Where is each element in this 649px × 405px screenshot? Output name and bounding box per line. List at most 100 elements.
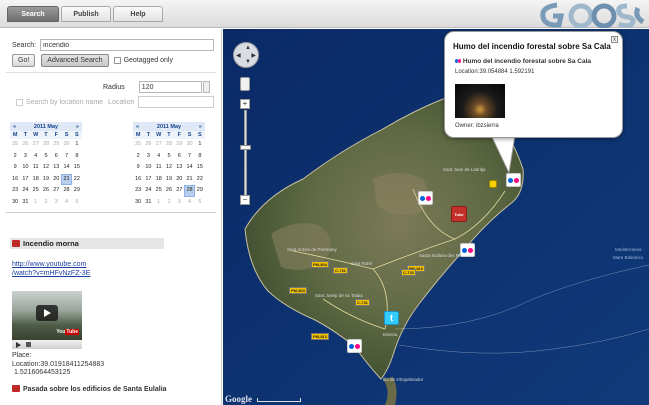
popup-item-title[interactable]: Humo del incendio forestal sobre Sa Cala (463, 58, 591, 65)
calendar-day[interactable]: 5 (41, 151, 51, 163)
calendar-day[interactable]: 15 (195, 162, 205, 174)
search-input[interactable] (40, 39, 215, 51)
calendar-prev-button[interactable]: « (136, 124, 139, 130)
calendar-day[interactable]: 12 (41, 162, 51, 174)
calendar-day[interactable]: 29 (51, 139, 61, 151)
calendar-day[interactable]: 15 (72, 162, 82, 174)
calendar-day[interactable]: 3 (143, 151, 153, 163)
calendar-day[interactable]: 19 (164, 174, 174, 186)
play-icon[interactable] (36, 305, 58, 321)
calendar-day[interactable]: 19 (41, 174, 51, 186)
calendar-day[interactable]: 22 (72, 174, 82, 186)
calendar-day[interactable]: 28 (41, 139, 51, 151)
calendar-day[interactable]: 2 (164, 197, 174, 209)
zoom-slider-track[interactable] (244, 110, 247, 198)
flickr-marker-selected[interactable] (506, 173, 521, 187)
pan-down-icon[interactable]: ▼ (245, 59, 251, 65)
calendar-day[interactable]: 11 (31, 162, 41, 174)
calendar-day[interactable]: 5 (164, 151, 174, 163)
calendar-day[interactable]: 24 (143, 185, 153, 197)
calendar-day[interactable]: 4 (61, 197, 71, 209)
calendar-day[interactable]: 9 (10, 162, 20, 174)
calendar-day[interactable]: 13 (51, 162, 61, 174)
calendar-day[interactable]: 28 (164, 139, 174, 151)
calendar-prev-button[interactable]: « (13, 124, 16, 130)
calendar-day[interactable]: 6 (51, 151, 61, 163)
next-result-title[interactable]: Pasada sobre los edificios de Santa Eula… (12, 385, 167, 393)
calendar-day[interactable]: 5 (195, 197, 205, 209)
calendar-day[interactable]: 14 (184, 162, 194, 174)
calendar-day[interactable]: 1 (195, 139, 205, 151)
advanced-search-button[interactable]: Advanced Search (41, 54, 109, 67)
calendar-day[interactable]: 27 (174, 185, 184, 197)
result-title[interactable]: Incendio morna (10, 238, 164, 249)
calendar-day[interactable]: 27 (154, 139, 164, 151)
calendar-day[interactable]: 25 (31, 185, 41, 197)
calendar-day[interactable]: 12 (164, 162, 174, 174)
calendar-day[interactable]: 30 (133, 197, 143, 209)
calendar-day[interactable]: 26 (143, 139, 153, 151)
pan-up-icon[interactable]: ▲ (245, 45, 251, 51)
calendar-day[interactable]: 10 (143, 162, 153, 174)
calendar-day[interactable]: 25 (133, 139, 143, 151)
calendar-day[interactable]: 6 (174, 151, 184, 163)
radius-stepper[interactable] (202, 81, 210, 93)
pan-control[interactable]: ▲ ▼ ◀ ▶ (233, 42, 259, 68)
calendar-day[interactable]: 30 (61, 139, 71, 151)
calendar-day[interactable]: 28 (184, 185, 195, 197)
popup-photo[interactable] (455, 84, 505, 118)
map-view[interactable]: Sant Antoni de Portmany Sant Josep de sa… (223, 29, 649, 405)
radius-input[interactable] (138, 81, 202, 93)
volume-icon[interactable] (26, 342, 31, 347)
calendar-day[interactable]: 18 (154, 174, 164, 186)
flickr-marker[interactable] (418, 191, 433, 205)
small-marker[interactable] (489, 180, 497, 188)
calendar-day[interactable]: 29 (72, 185, 82, 197)
close-icon[interactable]: x (611, 36, 618, 43)
youtube-marker[interactable]: Tube (451, 206, 467, 222)
calendar-day[interactable]: 7 (184, 151, 194, 163)
calendar-day[interactable]: 31 (20, 197, 30, 209)
calendar-day[interactable]: 3 (20, 151, 30, 163)
calendar-day[interactable]: 29 (174, 139, 184, 151)
flickr-marker[interactable] (347, 339, 362, 353)
calendar-day[interactable]: 26 (41, 185, 51, 197)
calendar-day[interactable]: 9 (133, 162, 143, 174)
calendar-day[interactable]: 26 (164, 185, 174, 197)
calendar-day[interactable]: 8 (195, 151, 205, 163)
calendar-day[interactable]: 21 (61, 173, 72, 185)
tab-help[interactable]: Help (113, 6, 163, 22)
calendar-day[interactable]: 4 (31, 151, 41, 163)
calendar-next-button[interactable]: » (199, 124, 202, 130)
calendar-day[interactable]: 20 (174, 174, 184, 186)
calendar-day[interactable]: 16 (10, 174, 20, 186)
calendar-day[interactable]: 13 (174, 162, 184, 174)
calendar-day[interactable]: 3 (174, 197, 184, 209)
video-thumbnail[interactable]: YouTube (12, 291, 82, 349)
calendar-day[interactable]: 17 (143, 174, 153, 186)
tab-publish[interactable]: Publish (61, 6, 111, 22)
zoom-in-button[interactable]: + (240, 99, 250, 109)
calendar-day[interactable]: 25 (154, 185, 164, 197)
calendar-day[interactable]: 20 (51, 174, 61, 186)
calendar-day[interactable]: 29 (195, 185, 205, 197)
calendar-day[interactable]: 5 (72, 197, 82, 209)
calendar-day[interactable]: 4 (154, 151, 164, 163)
result-link[interactable]: http://www.youtube.com/watch?v=mHFvNzFZ-… (12, 261, 90, 277)
calendar-day[interactable]: 25 (10, 139, 20, 151)
calendar-day[interactable]: 24 (20, 185, 30, 197)
calendar-day[interactable]: 10 (20, 162, 30, 174)
geotagged-checkbox[interactable] (113, 57, 121, 64)
calendar-day[interactable]: 23 (133, 185, 143, 197)
calendar-day[interactable]: 26 (20, 139, 30, 151)
calendar-day[interactable]: 27 (51, 185, 61, 197)
calendar-day[interactable]: 11 (154, 162, 164, 174)
calendar-day[interactable]: 28 (61, 185, 71, 197)
zoom-out-button[interactable]: − (240, 195, 250, 205)
calendar-day[interactable]: 1 (154, 197, 164, 209)
calendar-next-button[interactable]: » (76, 124, 79, 130)
play-control-icon[interactable] (16, 342, 21, 348)
calendar-day[interactable]: 31 (143, 197, 153, 209)
calendar-day[interactable]: 30 (184, 139, 194, 151)
calendar-day[interactable]: 3 (51, 197, 61, 209)
